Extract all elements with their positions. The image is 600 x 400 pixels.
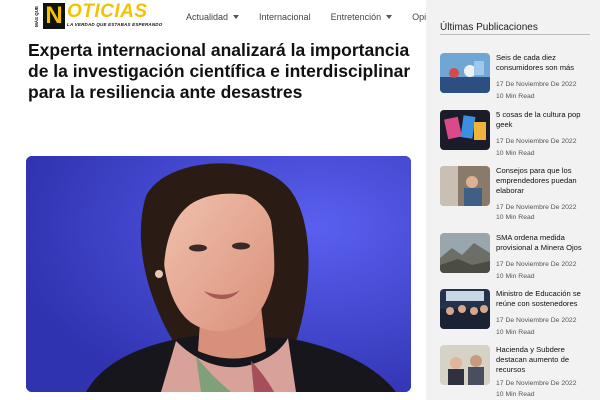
sidebar-post[interactable]: Hacienda y Subdere destacan aumento de r…: [440, 345, 592, 399]
nav-item-label: Internacional: [259, 12, 311, 22]
post-read-time: 10 Min Read: [496, 391, 535, 398]
sidebar-post[interactable]: Consejos para que los emprendedores pued…: [440, 166, 592, 221]
main-nav: Actualidad Internacional Entretención Op…: [186, 10, 463, 24]
logo-tagline: LA VERDAD QUE ESTABAS ESPERANDO: [67, 22, 163, 27]
post-thumbnail[interactable]: [440, 166, 490, 206]
post-read-time: 10 Min Read: [496, 273, 535, 280]
post-read-time: 10 Min Read: [496, 329, 535, 336]
sidebar: Últimas Publicaciones Seis de cada diez …: [426, 0, 600, 400]
post-read-time: 10 Min Read: [496, 150, 535, 157]
post-title[interactable]: Seis de cada diez consumidores son más: [496, 53, 592, 73]
nav-item-internacional[interactable]: Internacional: [259, 12, 311, 22]
post-title[interactable]: Consejos para que los emprendedores pued…: [496, 166, 592, 196]
post-thumbnail[interactable]: [440, 110, 490, 150]
post-date: 17 De Noviembre De 2022: [496, 380, 577, 387]
sidebar-divider: [440, 34, 590, 35]
sidebar-heading: Últimas Publicaciones: [440, 22, 538, 33]
site-logo[interactable]: MÁS QUE N OTICIAS LA VERDAD QUE ESTABAS …: [34, 2, 174, 30]
article-title: Experta internacional analizará la impor…: [28, 40, 411, 102]
post-thumbnail[interactable]: [440, 345, 490, 385]
post-date: 17 De Noviembre De 2022: [496, 138, 577, 145]
sidebar-post[interactable]: 5 cosas de la cultura pop geek 17 De Nov…: [440, 110, 592, 164]
post-title[interactable]: 5 cosas de la cultura pop geek: [496, 110, 592, 130]
sidebar-post[interactable]: Seis de cada diez consumidores son más 1…: [440, 53, 592, 107]
post-title[interactable]: Ministro de Educación se reúne con soste…: [496, 289, 592, 309]
post-read-time: 10 Min Read: [496, 214, 535, 221]
post-read-time: 10 Min Read: [496, 93, 535, 100]
nav-item-entretencion[interactable]: Entretención: [331, 12, 393, 22]
speaker-portrait: [26, 156, 411, 392]
post-date: 17 De Noviembre De 2022: [496, 204, 577, 211]
nav-item-actualidad[interactable]: Actualidad: [186, 12, 240, 22]
post-title[interactable]: SMA ordena medida provisional a Minera O…: [496, 233, 592, 253]
post-title[interactable]: Hacienda y Subdere destacan aumento de r…: [496, 345, 592, 375]
chevron-down-icon: [386, 15, 393, 19]
post-thumbnail[interactable]: [440, 233, 490, 273]
sidebar-post[interactable]: Ministro de Educación se reúne con soste…: [440, 289, 592, 343]
post-date: 17 De Noviembre De 2022: [496, 317, 577, 324]
article-hero-image: [26, 156, 411, 392]
sidebar-post[interactable]: SMA ordena medida provisional a Minera O…: [440, 233, 592, 287]
logo-letter: N: [43, 3, 65, 29]
chevron-down-icon: [233, 15, 240, 19]
logo-word: OTICIAS: [67, 1, 148, 22]
logo-side-text: MÁS QUE: [34, 5, 39, 27]
post-date: 17 De Noviembre De 2022: [496, 261, 577, 268]
nav-item-label: Entretención: [330, 12, 382, 22]
post-thumbnail[interactable]: [440, 289, 490, 329]
nav-item-label: Actualidad: [186, 12, 229, 22]
post-thumbnail[interactable]: [440, 53, 490, 93]
post-date: 17 De Noviembre De 2022: [496, 81, 577, 88]
